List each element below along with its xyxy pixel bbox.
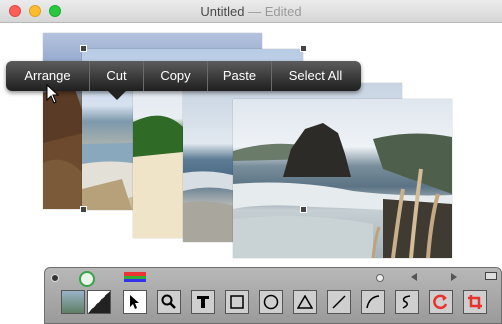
pointer-tool[interactable] [123,290,147,314]
selection-handle-bottom-left[interactable] [80,206,87,213]
image-thumbnail-tool[interactable] [61,290,85,314]
line-icon [332,295,346,309]
next-page-icon[interactable] [449,273,457,281]
selection-handle-top-right[interactable] [300,45,307,52]
green-mode-icon[interactable] [79,271,95,287]
crop-tool[interactable] [463,290,487,314]
window-title: Untitled — Edited [0,4,502,19]
oval-icon [263,294,279,310]
slider-knob-icon[interactable] [376,274,384,282]
prev-page-icon[interactable] [411,273,419,281]
triangle-tool[interactable] [293,290,317,314]
color-picker-icon[interactable] [124,272,146,282]
oval-tool[interactable] [259,290,283,314]
selection-handle-top-left[interactable] [80,45,87,52]
rotate-icon [433,294,448,310]
title-separator: — [248,4,262,19]
rotate-tool[interactable] [429,290,453,314]
app-window: Untitled — Edited Arrange Cut Copy Paste… [0,0,502,324]
fill-swatch-tool[interactable] [87,290,111,314]
arrow-icon [130,295,139,309]
freehand-tool[interactable] [395,290,419,314]
menu-item-cut[interactable]: Cut [90,61,144,91]
rock-surf-scene [233,123,452,258]
collapse-palette-icon[interactable] [485,272,497,280]
mouse-cursor-icon [46,84,60,104]
text-tool[interactable] [191,290,215,314]
menu-item-paste[interactable]: Paste [208,61,272,91]
selection-handle-bottom-right[interactable] [300,206,307,213]
title-bar[interactable]: Untitled — Edited [0,0,502,23]
context-menu-pointer [108,91,126,100]
line-tool[interactable] [327,290,351,314]
freehand-icon [402,295,411,309]
menu-item-select-all[interactable]: Select All [272,61,359,91]
text-icon [197,296,209,308]
rectangle-tool[interactable] [225,290,249,314]
menu-item-copy[interactable]: Copy [144,61,208,91]
tools-palette [44,267,502,324]
rectangle-icon [230,295,244,309]
palette-close-icon[interactable] [51,274,59,282]
crop-icon [468,295,482,309]
triangle-icon [297,295,313,309]
magnifier-icon [161,294,176,309]
magnifier-tool[interactable] [157,290,181,314]
edited-status: Edited [264,4,302,19]
document-name: Untitled [200,4,245,19]
photo-layer-5[interactable] [233,99,452,258]
arc-tool[interactable] [361,290,385,314]
arc-icon [366,295,380,309]
